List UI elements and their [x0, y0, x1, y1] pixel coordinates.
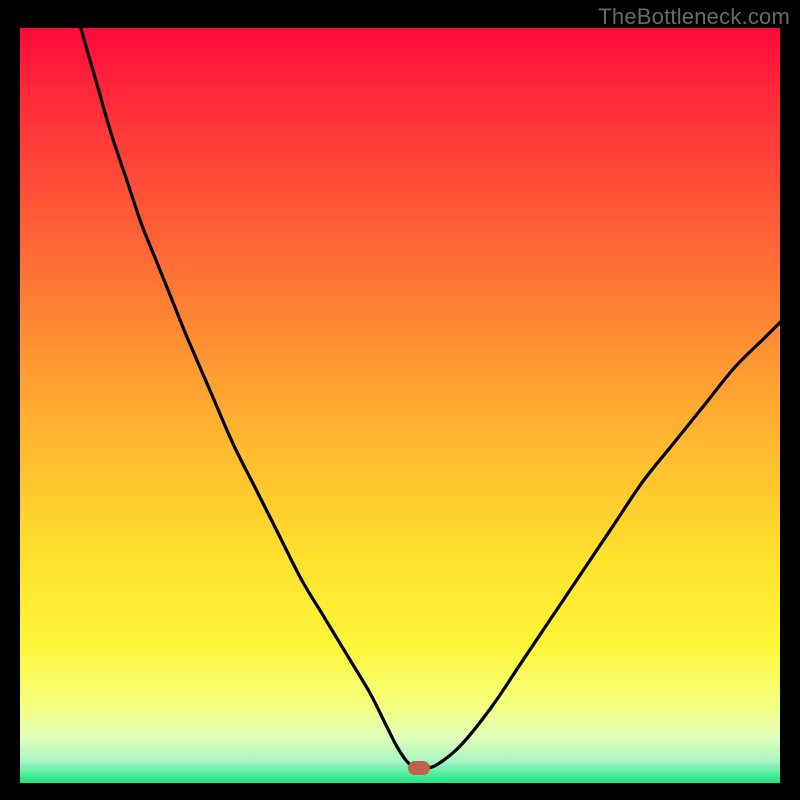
plot-area [20, 28, 780, 783]
chart-frame: TheBottleneck.com [0, 0, 800, 800]
bottleneck-curve [20, 28, 780, 783]
optimal-point-marker [408, 761, 430, 775]
watermark-text: TheBottleneck.com [598, 4, 790, 30]
